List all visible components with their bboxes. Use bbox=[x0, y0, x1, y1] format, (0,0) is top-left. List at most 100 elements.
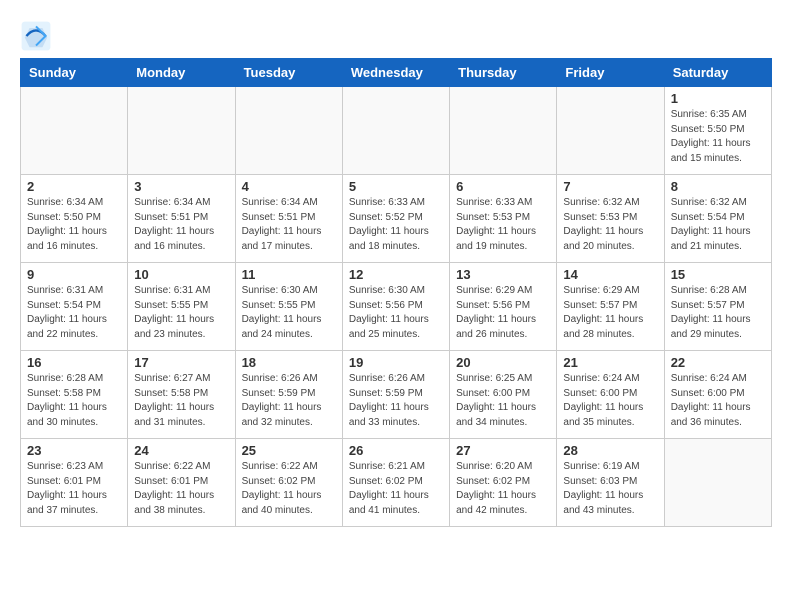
day-info: Sunrise: 6:27 AM Sunset: 5:58 PM Dayligh… bbox=[134, 372, 228, 430]
sunset-text: Sunset: 5:55 PM bbox=[134, 300, 208, 311]
sunset-text: Sunset: 5:50 PM bbox=[671, 124, 745, 135]
calendar-cell: 24 Sunrise: 6:22 AM Sunset: 6:01 PM Dayl… bbox=[128, 439, 235, 527]
day-info: Sunrise: 6:29 AM Sunset: 5:57 PM Dayligh… bbox=[563, 284, 657, 342]
calendar-header: SundayMondayTuesdayWednesdayThursdayFrid… bbox=[21, 59, 772, 87]
calendar-cell: 15 Sunrise: 6:28 AM Sunset: 5:57 PM Dayl… bbox=[664, 263, 771, 351]
sunset-text: Sunset: 5:56 PM bbox=[456, 300, 530, 311]
sunset-text: Sunset: 6:01 PM bbox=[134, 476, 208, 487]
daylight-text: Daylight: 11 hours and 41 minutes. bbox=[349, 490, 429, 516]
sunrise-text: Sunrise: 6:20 AM bbox=[456, 461, 532, 472]
daylight-text: Daylight: 11 hours and 23 minutes. bbox=[134, 314, 214, 340]
sunrise-text: Sunrise: 6:29 AM bbox=[456, 285, 532, 296]
day-info: Sunrise: 6:26 AM Sunset: 5:59 PM Dayligh… bbox=[349, 372, 443, 430]
daylight-text: Daylight: 11 hours and 33 minutes. bbox=[349, 402, 429, 428]
weekday-header-thursday: Thursday bbox=[450, 59, 557, 87]
sunrise-text: Sunrise: 6:30 AM bbox=[349, 285, 425, 296]
sunrise-text: Sunrise: 6:26 AM bbox=[349, 373, 425, 384]
day-info: Sunrise: 6:35 AM Sunset: 5:50 PM Dayligh… bbox=[671, 108, 765, 166]
sunset-text: Sunset: 6:03 PM bbox=[563, 476, 637, 487]
daylight-text: Daylight: 11 hours and 42 minutes. bbox=[456, 490, 536, 516]
sunset-text: Sunset: 6:02 PM bbox=[349, 476, 423, 487]
calendar-cell: 3 Sunrise: 6:34 AM Sunset: 5:51 PM Dayli… bbox=[128, 175, 235, 263]
sunset-text: Sunset: 5:51 PM bbox=[134, 212, 208, 223]
day-number: 17 bbox=[134, 355, 228, 370]
daylight-text: Daylight: 11 hours and 32 minutes. bbox=[242, 402, 322, 428]
calendar-week-3: 16 Sunrise: 6:28 AM Sunset: 5:58 PM Dayl… bbox=[21, 351, 772, 439]
weekday-header-sunday: Sunday bbox=[21, 59, 128, 87]
sunset-text: Sunset: 6:00 PM bbox=[456, 388, 530, 399]
daylight-text: Daylight: 11 hours and 34 minutes. bbox=[456, 402, 536, 428]
sunset-text: Sunset: 5:54 PM bbox=[27, 300, 101, 311]
day-number: 20 bbox=[456, 355, 550, 370]
calendar-cell: 4 Sunrise: 6:34 AM Sunset: 5:51 PM Dayli… bbox=[235, 175, 342, 263]
daylight-text: Daylight: 11 hours and 19 minutes. bbox=[456, 226, 536, 252]
sunrise-text: Sunrise: 6:33 AM bbox=[456, 197, 532, 208]
day-number: 24 bbox=[134, 443, 228, 458]
day-info: Sunrise: 6:24 AM Sunset: 6:00 PM Dayligh… bbox=[563, 372, 657, 430]
calendar-body: 1 Sunrise: 6:35 AM Sunset: 5:50 PM Dayli… bbox=[21, 87, 772, 527]
sunrise-text: Sunrise: 6:26 AM bbox=[242, 373, 318, 384]
day-number: 21 bbox=[563, 355, 657, 370]
day-info: Sunrise: 6:32 AM Sunset: 5:54 PM Dayligh… bbox=[671, 196, 765, 254]
day-number: 1 bbox=[671, 91, 765, 106]
day-info: Sunrise: 6:25 AM Sunset: 6:00 PM Dayligh… bbox=[456, 372, 550, 430]
sunrise-text: Sunrise: 6:31 AM bbox=[134, 285, 210, 296]
daylight-text: Daylight: 11 hours and 35 minutes. bbox=[563, 402, 643, 428]
day-info: Sunrise: 6:34 AM Sunset: 5:51 PM Dayligh… bbox=[134, 196, 228, 254]
day-number: 25 bbox=[242, 443, 336, 458]
sunset-text: Sunset: 5:58 PM bbox=[134, 388, 208, 399]
weekday-header-friday: Friday bbox=[557, 59, 664, 87]
day-info: Sunrise: 6:24 AM Sunset: 6:00 PM Dayligh… bbox=[671, 372, 765, 430]
sunrise-text: Sunrise: 6:23 AM bbox=[27, 461, 103, 472]
calendar-cell bbox=[21, 87, 128, 175]
calendar-cell: 25 Sunrise: 6:22 AM Sunset: 6:02 PM Dayl… bbox=[235, 439, 342, 527]
calendar-cell: 18 Sunrise: 6:26 AM Sunset: 5:59 PM Dayl… bbox=[235, 351, 342, 439]
sunrise-text: Sunrise: 6:28 AM bbox=[671, 285, 747, 296]
weekday-header-tuesday: Tuesday bbox=[235, 59, 342, 87]
sunrise-text: Sunrise: 6:22 AM bbox=[134, 461, 210, 472]
day-info: Sunrise: 6:21 AM Sunset: 6:02 PM Dayligh… bbox=[349, 460, 443, 518]
daylight-text: Daylight: 11 hours and 26 minutes. bbox=[456, 314, 536, 340]
weekday-row: SundayMondayTuesdayWednesdayThursdayFrid… bbox=[21, 59, 772, 87]
sunset-text: Sunset: 5:57 PM bbox=[563, 300, 637, 311]
day-info: Sunrise: 6:31 AM Sunset: 5:54 PM Dayligh… bbox=[27, 284, 121, 342]
calendar-week-1: 2 Sunrise: 6:34 AM Sunset: 5:50 PM Dayli… bbox=[21, 175, 772, 263]
sunrise-text: Sunrise: 6:25 AM bbox=[456, 373, 532, 384]
day-number: 11 bbox=[242, 267, 336, 282]
day-info: Sunrise: 6:32 AM Sunset: 5:53 PM Dayligh… bbox=[563, 196, 657, 254]
day-number: 5 bbox=[349, 179, 443, 194]
sunset-text: Sunset: 6:01 PM bbox=[27, 476, 101, 487]
day-info: Sunrise: 6:34 AM Sunset: 5:51 PM Dayligh… bbox=[242, 196, 336, 254]
calendar-cell: 16 Sunrise: 6:28 AM Sunset: 5:58 PM Dayl… bbox=[21, 351, 128, 439]
sunset-text: Sunset: 5:59 PM bbox=[349, 388, 423, 399]
day-info: Sunrise: 6:26 AM Sunset: 5:59 PM Dayligh… bbox=[242, 372, 336, 430]
sunrise-text: Sunrise: 6:29 AM bbox=[563, 285, 639, 296]
calendar-week-4: 23 Sunrise: 6:23 AM Sunset: 6:01 PM Dayl… bbox=[21, 439, 772, 527]
day-number: 26 bbox=[349, 443, 443, 458]
page: SundayMondayTuesdayWednesdayThursdayFrid… bbox=[0, 0, 792, 537]
logo-icon bbox=[20, 20, 52, 52]
day-number: 2 bbox=[27, 179, 121, 194]
day-number: 23 bbox=[27, 443, 121, 458]
calendar-week-2: 9 Sunrise: 6:31 AM Sunset: 5:54 PM Dayli… bbox=[21, 263, 772, 351]
sunset-text: Sunset: 5:58 PM bbox=[27, 388, 101, 399]
day-info: Sunrise: 6:33 AM Sunset: 5:53 PM Dayligh… bbox=[456, 196, 550, 254]
sunrise-text: Sunrise: 6:27 AM bbox=[134, 373, 210, 384]
daylight-text: Daylight: 11 hours and 15 minutes. bbox=[671, 138, 751, 164]
calendar-cell bbox=[128, 87, 235, 175]
header bbox=[20, 16, 772, 52]
calendar-cell: 9 Sunrise: 6:31 AM Sunset: 5:54 PM Dayli… bbox=[21, 263, 128, 351]
daylight-text: Daylight: 11 hours and 38 minutes. bbox=[134, 490, 214, 516]
sunrise-text: Sunrise: 6:19 AM bbox=[563, 461, 639, 472]
calendar-cell: 27 Sunrise: 6:20 AM Sunset: 6:02 PM Dayl… bbox=[450, 439, 557, 527]
sunset-text: Sunset: 6:00 PM bbox=[563, 388, 637, 399]
day-number: 10 bbox=[134, 267, 228, 282]
day-number: 19 bbox=[349, 355, 443, 370]
weekday-header-monday: Monday bbox=[128, 59, 235, 87]
calendar-cell: 22 Sunrise: 6:24 AM Sunset: 6:00 PM Dayl… bbox=[664, 351, 771, 439]
sunrise-text: Sunrise: 6:32 AM bbox=[563, 197, 639, 208]
day-number: 13 bbox=[456, 267, 550, 282]
daylight-text: Daylight: 11 hours and 29 minutes. bbox=[671, 314, 751, 340]
daylight-text: Daylight: 11 hours and 28 minutes. bbox=[563, 314, 643, 340]
daylight-text: Daylight: 11 hours and 17 minutes. bbox=[242, 226, 322, 252]
